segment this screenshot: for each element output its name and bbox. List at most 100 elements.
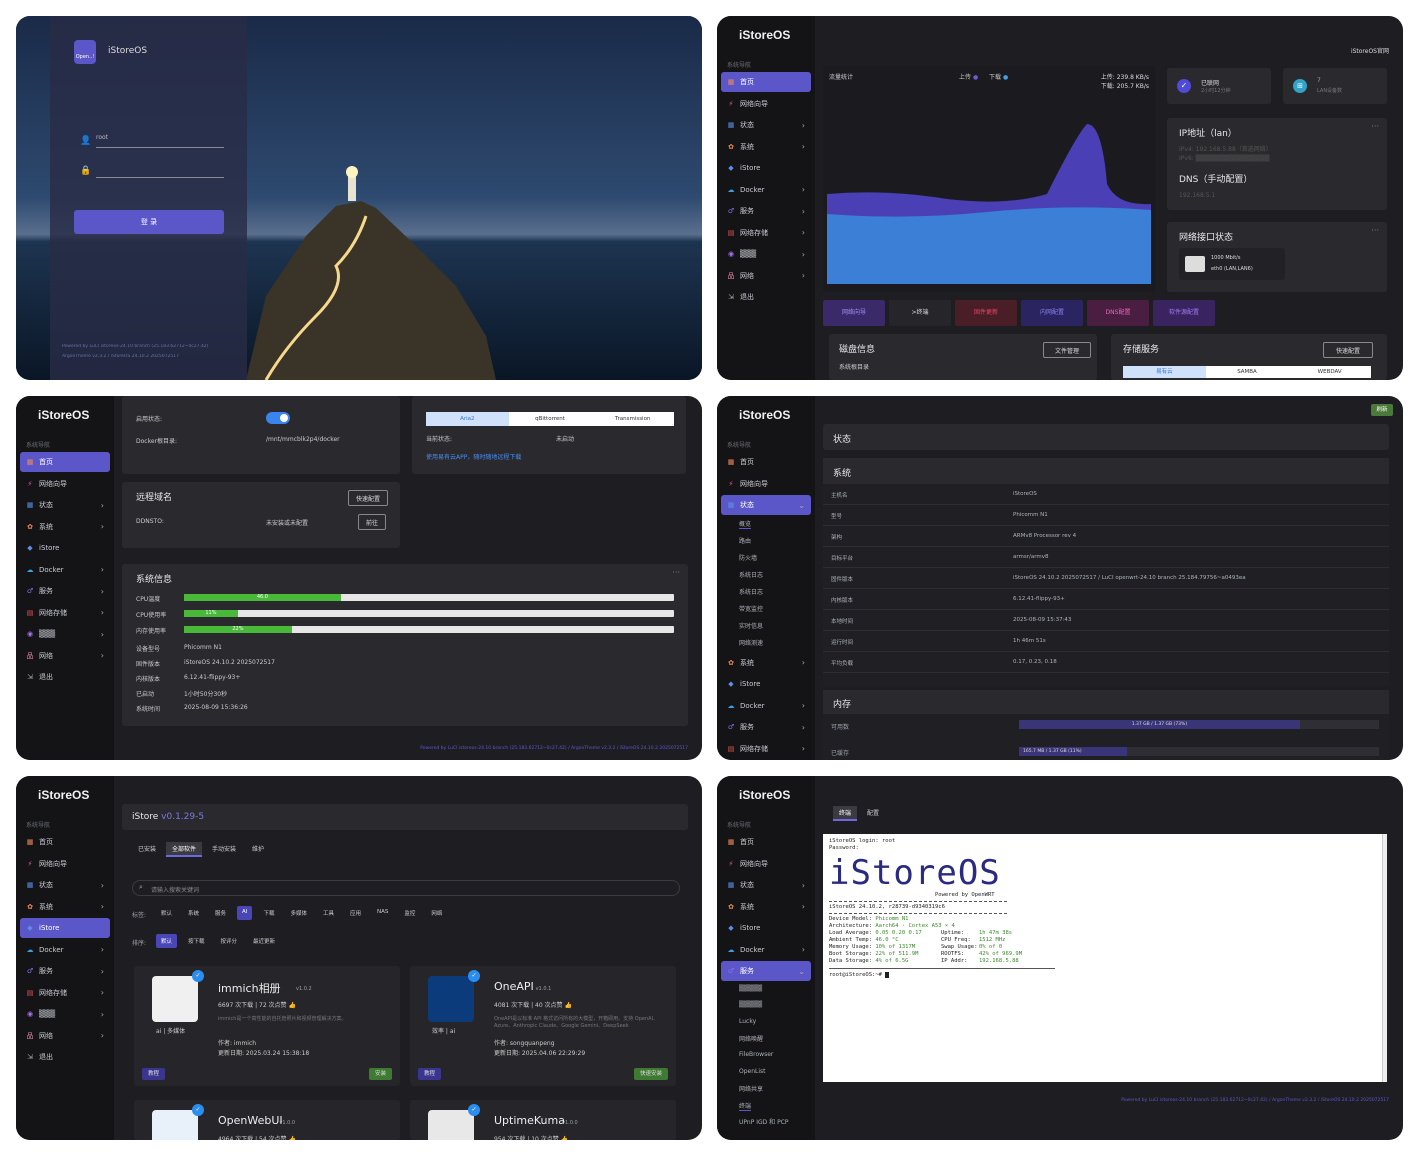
category-chip[interactable]: 网络 (426, 906, 447, 920)
sidebar-item-4[interactable]: ◆ iStore (20, 538, 110, 558)
tab-qbittorrent[interactable]: qBittorrent (509, 412, 592, 426)
terminal-scrollbar[interactable] (1382, 834, 1387, 1082)
submenu-item[interactable]: 实时信息 (739, 621, 763, 630)
sidebar-item-4[interactable]: ◆ iStore (20, 918, 110, 938)
tab-aria2[interactable]: Aria2 (426, 412, 509, 426)
sidebar-item-0[interactable]: ▦ 首页 (721, 452, 811, 472)
more-icon[interactable]: ··· (672, 568, 680, 577)
submenu-item[interactable]: ▒▒▒▒▒ (739, 1001, 762, 1008)
category-chip[interactable]: 下载 (258, 906, 279, 920)
app-card[interactable]: ✓ OneAPI v1.0.1 4081 次下载 | 40 次点赞 👍 OneAPI是以… (410, 966, 676, 1086)
submenu-item[interactable]: 网络唤醒 (739, 1034, 763, 1043)
category-chip[interactable]: 监控 (399, 906, 420, 920)
sidebar-item-5[interactable]: ☁ Docker › (20, 940, 110, 960)
sidebar-item-6[interactable]: ♂ 服务 ⌄ (721, 961, 811, 981)
submenu-item[interactable]: 网络共享 (739, 1084, 763, 1093)
sidebar-item-6[interactable]: ♂ 服务 › (20, 961, 110, 981)
sidebar-item-3[interactable]: ✿ 系统 › (20, 517, 110, 537)
sidebar-item-9[interactable]: 品网络 › (20, 646, 110, 666)
wizard-action[interactable]: 网络向导 (823, 300, 885, 326)
submenu-item[interactable]: FileBrowser (739, 1051, 773, 1058)
sidebar-item-3[interactable]: ✿ 系统 › (721, 653, 811, 673)
sidebar-item-1[interactable]: ⚡ 网络向导 (721, 94, 811, 114)
refresh-button[interactable]: 刷新 (1371, 404, 1393, 416)
source-action[interactable]: 软件源配置 (1153, 300, 1215, 326)
sidebar-item-6[interactable]: ♂ 服务 › (721, 717, 811, 737)
submenu-item[interactable]: OpenList (739, 1068, 766, 1075)
category-chip[interactable]: AI (237, 906, 253, 920)
sidebar-item-2[interactable]: ▦ 状态 › (721, 115, 811, 135)
firmware-action[interactable]: 固件更新 (955, 300, 1017, 326)
tab-yiyouyun[interactable]: 易有云 (1123, 366, 1206, 378)
sidebar-item-8[interactable]: ◉ ▒▒▒ › (721, 244, 811, 264)
sidebar-item-7[interactable]: ▤ 网络存储 › (20, 603, 110, 623)
submenu-item[interactable]: 终端 (739, 1101, 752, 1111)
category-chip[interactable]: 应用 (345, 906, 366, 920)
category-chip[interactable]: 服务 (210, 906, 231, 920)
sidebar-item-3[interactable]: ✿ 系统 › (20, 897, 110, 917)
sidebar-item-4[interactable]: ◆ iStore (721, 918, 811, 938)
tutorial-button[interactable]: 教程 (142, 1068, 166, 1080)
tab-manual[interactable]: 手动安装 (206, 842, 242, 857)
sidebar-item-3[interactable]: ✿ 系统 › (721, 137, 811, 157)
sidebar-item-6[interactable]: ♂ 服务 › (721, 201, 811, 221)
tab-all[interactable]: 全部软件 (166, 842, 203, 857)
install-button[interactable]: 快速安装 (633, 1068, 668, 1080)
sidebar-item-2[interactable]: ▦ 状态 › (20, 495, 110, 515)
sidebar-item-7[interactable]: ▤ 网络存储 › (721, 223, 811, 243)
search-box[interactable]: ⌕ 请输入搜索关键词 (132, 880, 680, 896)
dns-action[interactable]: DNS配置 (1087, 300, 1149, 326)
terminal-window[interactable]: iStoreOS login: root Password: iStoreOS … (823, 834, 1387, 1082)
app-card[interactable]: ✓ immich相册 v1.0.2 6697 次下载 | 72 次点赞 👍 immich… (134, 966, 400, 1086)
sidebar-item-2[interactable]: ▦ 状态 › (20, 875, 110, 895)
sidebar-item-2[interactable]: ▦ 状态 › (721, 875, 811, 895)
submenu-item[interactable]: 带宽监控 (739, 604, 763, 613)
submenu-item[interactable]: 系统日志 (739, 587, 763, 596)
category-chip[interactable]: 多媒体 (285, 906, 312, 920)
sidebar-item-6[interactable]: ♂ 服务 › (20, 581, 110, 601)
sidebar-item-0[interactable]: ▦ 首页 (20, 452, 110, 472)
submenu-item[interactable]: 防火墙 (739, 553, 757, 562)
enable-toggle[interactable] (266, 412, 290, 424)
submenu-item[interactable]: UPnP IGD 和 PCP (739, 1117, 789, 1126)
more-icon[interactable]: ··· (1371, 122, 1379, 131)
install-button[interactable]: 安装 (368, 1068, 392, 1080)
sidebar-item-4[interactable]: ◆ iStore (721, 158, 811, 178)
sidebar-item-5[interactable]: ☁ Docker › (20, 560, 110, 580)
login-button[interactable]: 登 录 (74, 210, 224, 234)
sort-chip[interactable]: 默认 (156, 934, 178, 948)
sidebar-item-0[interactable]: ▦ 首页 (20, 832, 110, 852)
terminal-action[interactable]: >终端 (889, 300, 951, 326)
tab-terminal[interactable]: 终端 (833, 806, 858, 821)
sidebar-item-10[interactable]: ⇲ 退出 (20, 1047, 110, 1067)
sidebar-item-10[interactable]: ⇲ 退出 (721, 287, 811, 307)
sidebar-item-2[interactable]: ▦ 状态 ⌄ (721, 495, 811, 515)
submenu-item[interactable]: Lucky (739, 1018, 756, 1025)
submenu-item[interactable]: 路由 (739, 536, 751, 545)
sidebar-item-4[interactable]: ◆ iStore (721, 674, 811, 694)
file-manager-button[interactable]: 文件管理 (1043, 342, 1091, 358)
submenu-item[interactable]: 系统日志 (739, 570, 763, 579)
tab-installed[interactable]: 已安装 (132, 842, 162, 857)
ethernet-port[interactable]: 1000 Mbit/s eth0 (LAN,LAN6) (1179, 248, 1285, 280)
quick-config-button[interactable]: 快速配置 (1323, 342, 1373, 358)
tab-samba[interactable]: SAMBA (1206, 366, 1289, 378)
sort-chip[interactable]: 按评分 (216, 934, 243, 948)
sidebar-item-1[interactable]: ⚡ 网络向导 (20, 854, 110, 874)
submenu-item[interactable]: ▒▒▒▒▒ (739, 985, 762, 992)
category-chip[interactable]: NAS (372, 906, 393, 920)
sidebar-item-0[interactable]: ▦ 首页 (721, 832, 811, 852)
sidebar-item-1[interactable]: ⚡ 网络向导 (721, 474, 811, 494)
submenu-item[interactable]: 网络测速 (739, 638, 763, 647)
sidebar-item-5[interactable]: ☁ Docker › (721, 180, 811, 200)
sidebar-item-10[interactable]: ⇲ 退出 (20, 667, 110, 687)
sidebar-item-0[interactable]: ▦ 首页 (721, 72, 811, 92)
app-card[interactable]: ✓ OpenWebUI v1.0.0 4964 次下载 | 54 次点赞 👍 (134, 1100, 400, 1140)
username-field[interactable]: root (96, 134, 224, 148)
app-card[interactable]: ✓ UptimeKuma v1.0.0 954 次下载 | 10 次点赞 👍 (410, 1100, 676, 1140)
sidebar-item-7[interactable]: ▤ 网络存储 › (721, 739, 811, 759)
category-chip[interactable]: 系统 (183, 906, 204, 920)
password-field[interactable] (96, 164, 224, 178)
official-site-link[interactable]: iStoreOS官网 (1351, 46, 1389, 55)
sidebar-item-9[interactable]: 品网络 › (721, 266, 811, 286)
